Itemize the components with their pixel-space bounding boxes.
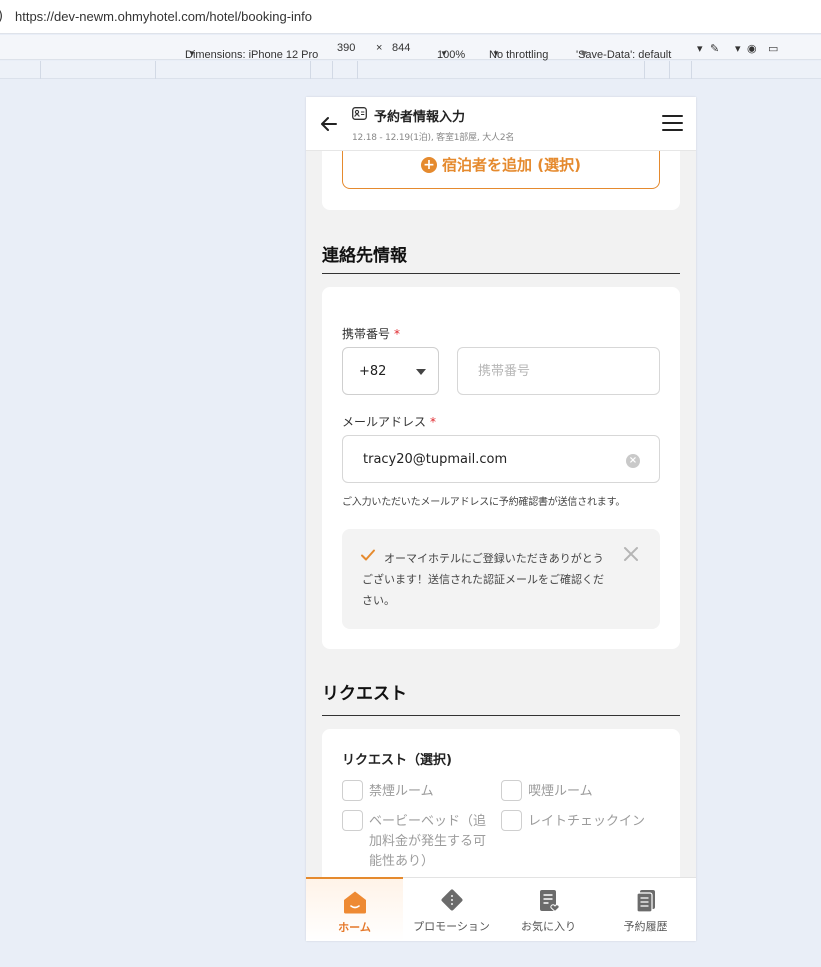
country-code-value: +82 [359,364,387,379]
more-options-icon[interactable]: ▾ [697,42,703,55]
nav-home[interactable]: ホーム [306,877,403,941]
nav-booking-history-label: 予約履歴 [623,920,668,933]
page-content[interactable]: + 宿泊者を追加 (選択) 連絡先情報 携帯番号* +82 メールアドレス* ×… [306,151,696,877]
url-text[interactable]: https://dev-newm.ohmyhotel.com/hotel/boo… [15,9,312,24]
required-mark: * [430,415,437,429]
phone-label-text: 携帯番号 [342,327,391,341]
checkbox-baby-bed[interactable]: ベービーベッド（追加料金が発生する可能性あり） [342,810,497,870]
request-section-title: リクエスト [322,684,407,704]
section-divider [322,273,680,274]
id-card-icon [352,107,367,120]
checkbox-box[interactable] [342,780,363,801]
caret-down-icon [416,369,426,375]
chevron-down-icon: ▼ [188,49,196,58]
country-code-select[interactable]: +82 [342,347,439,395]
phone-label: 携帯番号 * [342,325,400,342]
browser-url-bar[interactable]: ) https://dev-newm.ohmyhotel.com/hotel/b… [0,0,821,34]
request-card: リクエスト（選択) 禁煙ルーム 喫煙ルーム ベービーベッド（追加料金が発生する可… [322,729,680,877]
dimension-separator: × [376,42,383,54]
nav-favorites[interactable]: お気に入り [500,878,597,941]
device-width-field[interactable]: 390 [337,42,355,54]
chevron-down-icon: ▼ [579,49,589,60]
checkbox-box[interactable] [501,780,522,801]
checkbox-box[interactable] [342,810,363,831]
add-guest-button[interactable]: + 宿泊者を追加 (選択) [342,151,660,189]
checkbox-smoking[interactable]: 喫煙ルーム [501,780,651,802]
ticket-icon [441,889,463,911]
contact-section-title: 連絡先情報 [322,246,407,266]
booking-summary: 12.18 - 12.19(1泊), 客室1部屋, 大人2名 [352,133,515,143]
close-icon[interactable] [622,545,640,563]
favorite-list-icon [540,890,560,913]
nav-booking-history[interactable]: 予約履歴 [597,878,694,941]
devtools-ruler [0,61,821,79]
bottom-navigation: ホーム プロモーション お気に入り 予約履歴 [306,877,696,941]
checkbox-non-smoking[interactable]: 禁煙ルーム [342,780,492,802]
checkbox-box[interactable] [501,810,522,831]
email-help-text: ご入力いただいたメールアドレスに予約確認書が送信されます。 [342,497,626,508]
app-header: 予約者情報入力 12.18 - 12.19(1泊), 客室1部屋, 大人2名 [306,97,696,151]
device-mode-icon[interactable]: ▭ [768,42,778,55]
checkbox-label: 禁煙ルーム [369,784,434,799]
checkbox-label: 喫煙ルーム [528,784,593,799]
add-guest-label: 宿泊者を追加 (選択) [442,156,581,174]
chevron-down-icon: ▼ [440,49,448,58]
home-icon [344,891,366,914]
save-data-label: 'Save-Data': default [576,49,672,61]
url-bar-edge: ) [0,9,3,24]
checkbox-label: レイトチェックイン [528,814,646,829]
phone-input[interactable] [457,347,660,395]
email-label-text: メールアドレス [342,415,427,429]
checkbox-late-checkin[interactable]: レイトチェックイン [501,810,661,832]
pen-icon[interactable]: ✎ [710,42,719,55]
eye-icon[interactable]: ◉ [747,42,757,55]
phone-viewport: 予約者情報入力 12.18 - 12.19(1泊), 客室1部屋, 大人2名 +… [306,97,696,941]
plus-circle-icon: + [421,156,438,173]
nav-promotion[interactable]: プロモーション [403,878,500,941]
registration-notice: オーマイホテルにご登録いただきありがとうございます！送信された認証メールをご確認… [342,529,660,629]
checkbox-label: ベービーベッド（追加料金が発生する可能性あり） [369,814,487,869]
back-arrow-icon[interactable] [319,114,339,134]
devtools-device-toolbar: Dimensions: iPhone 12 Pro ▼ 390 × 844 100… [0,35,821,61]
email-input[interactable] [342,435,660,483]
guest-card: + 宿泊者を追加 (選択) [322,151,680,210]
required-mark: * [394,327,401,341]
nav-promotion-label: プロモーション [413,920,490,933]
nav-favorites-label: お気に入り [521,920,576,933]
hamburger-menu-icon[interactable] [662,115,684,133]
device-height-field[interactable]: 844 [392,42,410,54]
contact-card: 携帯番号* +82 メールアドレス* × ご入力いただいたメールアドレスに予約確… [322,287,680,649]
notice-message: オーマイホテルにご登録いただきありがとうございます！送信された認証メールをご確認… [362,552,604,607]
device-dimensions-label: Dimensions: iPhone 12 Pro [185,49,319,61]
booking-history-icon [636,890,655,913]
nav-home-label: ホーム [338,921,371,934]
page-title: 予約者情報入力 [374,110,466,125]
clear-input-icon[interactable]: × [626,454,640,468]
section-divider [322,715,680,716]
email-label: メールアドレス * [342,413,436,430]
request-card-title: リクエスト（選択) [342,753,452,768]
chevron-down-icon: ▼ [492,49,500,58]
chevron-down-icon[interactable]: ▾ [735,42,741,55]
